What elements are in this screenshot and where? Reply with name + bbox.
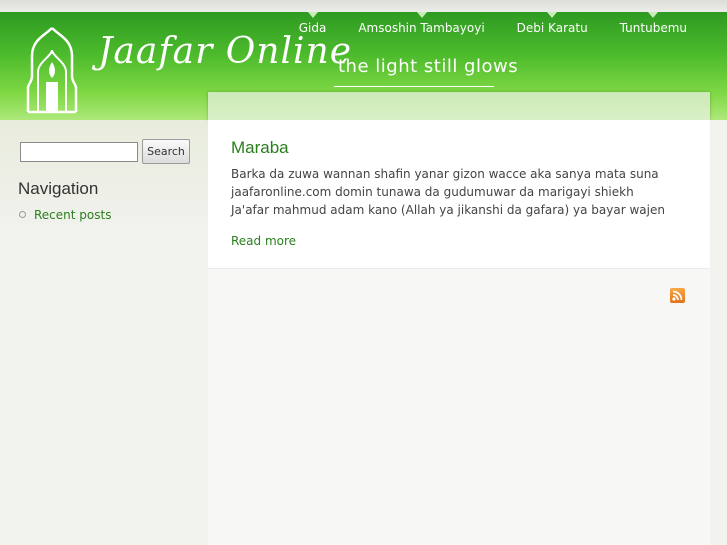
- content-header-bar: [208, 92, 710, 120]
- nav-pointer-icon: [416, 12, 427, 18]
- nav-item-label: Amsoshin Tambayoyi: [358, 21, 485, 35]
- navigation-block-title: Navigation: [18, 179, 99, 198]
- site-name[interactable]: Jaafar Online: [98, 32, 352, 72]
- search-button[interactable]: Search: [142, 139, 190, 164]
- node-title-link[interactable]: Maraba: [231, 138, 289, 158]
- right-gutter: [710, 120, 727, 545]
- nav-pointer-icon: [547, 12, 558, 18]
- list-bullet-icon: [19, 211, 26, 218]
- nav-pointer-icon: [307, 12, 318, 18]
- nav-item-label: Debi Karatu: [516, 21, 588, 35]
- rss-feed-icon[interactable]: [670, 288, 685, 303]
- mosque-candle-logo-icon[interactable]: [24, 26, 80, 114]
- nav-pointer-icon: [648, 12, 659, 18]
- site-slogan: the light still glows: [338, 56, 519, 77]
- node-teaser: Maraba Barka da zuwa wannan shafin yanar…: [208, 120, 710, 269]
- main-content: Maraba Barka da zuwa wannan shafin yanar…: [208, 120, 710, 545]
- search-input[interactable]: [20, 142, 138, 162]
- read-more-link[interactable]: Read more: [231, 234, 296, 248]
- nav-item-tuntubemu[interactable]: Tuntubemu: [610, 12, 697, 46]
- nav-item-label: Tuntubemu: [619, 21, 687, 35]
- menu-link-recent-posts[interactable]: Recent posts: [34, 208, 111, 222]
- top-bar: [0, 0, 727, 12]
- nav-item-debi-karatu[interactable]: Debi Karatu: [507, 12, 598, 46]
- slogan-underline: [334, 86, 494, 87]
- node-body: Barka da zuwa wannan shafin yanar gizon …: [231, 167, 665, 217]
- nav-item-amsoshin-tambayoyi[interactable]: Amsoshin Tambayoyi: [348, 12, 494, 46]
